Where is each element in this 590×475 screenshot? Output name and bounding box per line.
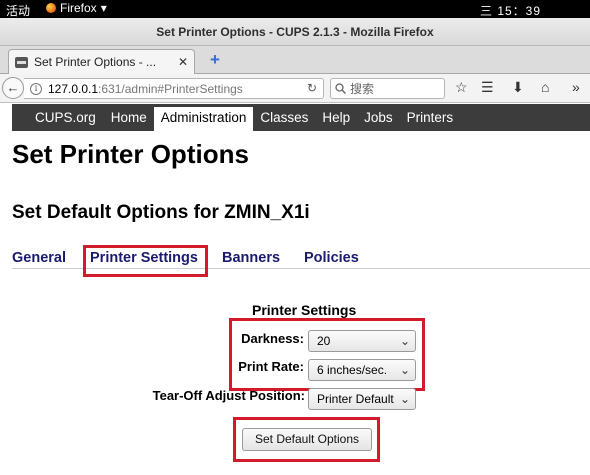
app-menu[interactable]: Firefox ▾ [46, 1, 107, 15]
system-clock[interactable]: 三 15：39 [480, 2, 541, 19]
nav-item-help[interactable]: Help [315, 104, 357, 131]
tear-off-value: Printer Default [317, 392, 394, 406]
reading-list-icon[interactable]: ☰ [481, 79, 494, 96]
overflow-menu-icon[interactable]: » [572, 79, 580, 95]
site-info-icon[interactable]: i [30, 82, 42, 95]
printer-favicon-icon [15, 56, 28, 68]
highlight-box-tab [83, 245, 208, 277]
nav-item-classes[interactable]: Classes [253, 104, 315, 131]
tab-strip: Set Printer Options - ... ✕ [0, 46, 590, 74]
chevron-down-icon: ⌄ [399, 392, 410, 406]
firefox-icon [46, 3, 56, 13]
tab-banners[interactable]: Banners [222, 250, 280, 266]
chevron-down-icon: ▾ [100, 1, 107, 15]
url-path: :631/admin#PrinterSettings [98, 81, 243, 96]
nav-item-home[interactable]: Home [104, 104, 154, 131]
navigation-toolbar: ← i 127.0.0.1:631/admin#PrinterSettings … [0, 74, 590, 103]
url-host: 127.0.0.1 [48, 81, 99, 96]
search-icon [335, 83, 346, 94]
url-bar[interactable]: i 127.0.0.1:631/admin#PrinterSettings ↻ [24, 78, 324, 99]
nav-item-printers[interactable]: Printers [400, 104, 461, 131]
highlight-box-button [233, 417, 380, 462]
browser-tab-title: Set Printer Options - ... [34, 55, 157, 69]
tear-off-label: Tear-Off Adjust Position: [152, 388, 305, 403]
tear-off-select[interactable]: Printer Default ⌄ [308, 388, 416, 410]
page-title: Set Printer Options [12, 139, 249, 169]
close-icon[interactable]: ✕ [178, 55, 188, 69]
browser-tab[interactable]: Set Printer Options - ... ✕ [8, 49, 195, 74]
system-top-bar: 活动 Firefox ▾ 三 15：39 [0, 0, 590, 18]
back-button[interactable]: ← [2, 77, 24, 99]
tab-policies[interactable]: Policies [304, 250, 359, 266]
window-title: Set Printer Options - CUPS 2.1.3 - Mozil… [0, 18, 590, 46]
search-input[interactable]: 搜索 [330, 78, 445, 99]
app-menu-label: Firefox [60, 1, 97, 15]
tab-general[interactable]: General [12, 250, 66, 266]
nav-item-cups-org[interactable]: CUPS.org [12, 104, 104, 131]
reload-icon[interactable]: ↻ [307, 81, 317, 95]
bookmark-star-icon[interactable]: ☆ [455, 79, 468, 96]
home-icon[interactable]: ⌂ [541, 79, 549, 95]
settings-heading: Printer Settings [252, 302, 357, 318]
new-tab-button[interactable]: + [210, 50, 220, 70]
page-subtitle: Set Default Options for ZMIN_X1i [12, 202, 310, 223]
nav-item-jobs[interactable]: Jobs [357, 104, 400, 131]
nav-item-administration[interactable]: Administration [153, 104, 254, 131]
activities-button[interactable]: 活动 [6, 2, 30, 19]
search-placeholder: 搜索 [350, 82, 375, 96]
highlight-box-settings [229, 318, 425, 391]
download-icon[interactable]: ⬇ [512, 79, 524, 96]
cups-main-nav: CUPS.org Home Administration Classes Hel… [12, 104, 590, 131]
